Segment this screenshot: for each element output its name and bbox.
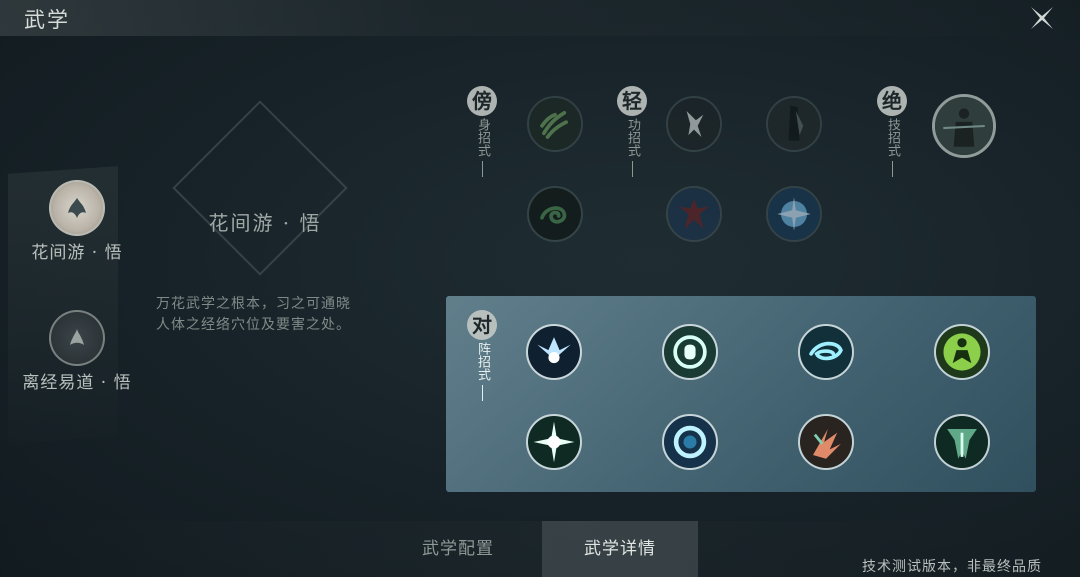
group-divider <box>631 161 633 177</box>
close-icon[interactable] <box>1028 4 1056 32</box>
school-item-label: 离经易道 · 悟 <box>22 373 132 393</box>
school-emblem-icon <box>49 180 105 236</box>
tab-skill-config[interactable]: 武学配置 <box>380 521 536 577</box>
school-item-label: 花间游 · 悟 <box>31 243 123 263</box>
group-title-jue: 绝 技招式 <box>876 86 908 177</box>
group-title-text: 身招式 <box>475 118 490 157</box>
tab-skill-details[interactable]: 武学详情 <box>542 521 698 577</box>
starburst-skill-icon[interactable] <box>526 414 582 470</box>
group-divider <box>891 161 893 177</box>
standing-master-skill-icon[interactable] <box>932 94 996 158</box>
group-title-glyph: 轻 <box>617 86 647 116</box>
shield-ring-skill-icon[interactable] <box>662 324 718 380</box>
detail-desc-line: 人体之经络穴位及要害之处。 <box>156 317 351 333</box>
flame-strike-skill-icon[interactable] <box>798 414 854 470</box>
dark-blade-skill-icon[interactable] <box>766 96 822 152</box>
school-emblem-icon <box>49 310 105 366</box>
build-watermark: 技术测试版本，非最终品质 <box>862 559 1042 575</box>
school-item-huajianyou[interactable]: 花间游 · 悟 <box>2 180 152 263</box>
cascade-skill-icon[interactable] <box>934 414 990 470</box>
group-divider <box>481 385 483 401</box>
red-dancer-skill-icon[interactable] <box>666 186 722 242</box>
spiral-dark-skill-icon[interactable] <box>527 186 583 242</box>
whirlwind-skill-icon[interactable] <box>798 324 854 380</box>
leaping-figure-skill-icon[interactable] <box>666 96 722 152</box>
group-title-glyph: 傍 <box>467 86 497 116</box>
top-bar <box>0 0 1080 36</box>
group-title-glyph: 对 <box>467 310 497 340</box>
spread-wings-skill-icon[interactable] <box>526 324 582 380</box>
detail-description: 万花武学之根本，习之可通晓 人体之经络穴位及要害之处。 <box>156 294 396 336</box>
group-title-text: 功招式 <box>625 118 640 157</box>
detail-emblem-frame <box>172 100 348 276</box>
meditation-skill-icon[interactable] <box>934 324 990 380</box>
school-item-lijingyidao[interactable]: 离经易道 · 悟 <box>2 310 152 393</box>
page-title: 武学 <box>24 8 70 32</box>
vine-claw-skill-icon[interactable] <box>527 96 583 152</box>
group-title-text: 阵招式 <box>475 342 490 381</box>
group-title-shen: 傍 身招式 <box>466 86 498 177</box>
blue-burst-skill-icon[interactable] <box>766 186 822 242</box>
detail-skill-name: 花间游 · 悟 <box>208 211 322 235</box>
group-title-dui: 对 阵招式 <box>466 310 498 401</box>
group-divider <box>481 161 483 177</box>
vortex-skill-icon[interactable] <box>662 414 718 470</box>
combat-skills-panel: 对 阵招式 <box>446 296 1036 492</box>
group-title-text: 技招式 <box>885 118 900 157</box>
detail-desc-line: 万花武学之根本，习之可通晓 <box>156 296 351 312</box>
group-title-glyph: 绝 <box>877 86 907 116</box>
group-title-qing: 轻 功招式 <box>616 86 648 177</box>
